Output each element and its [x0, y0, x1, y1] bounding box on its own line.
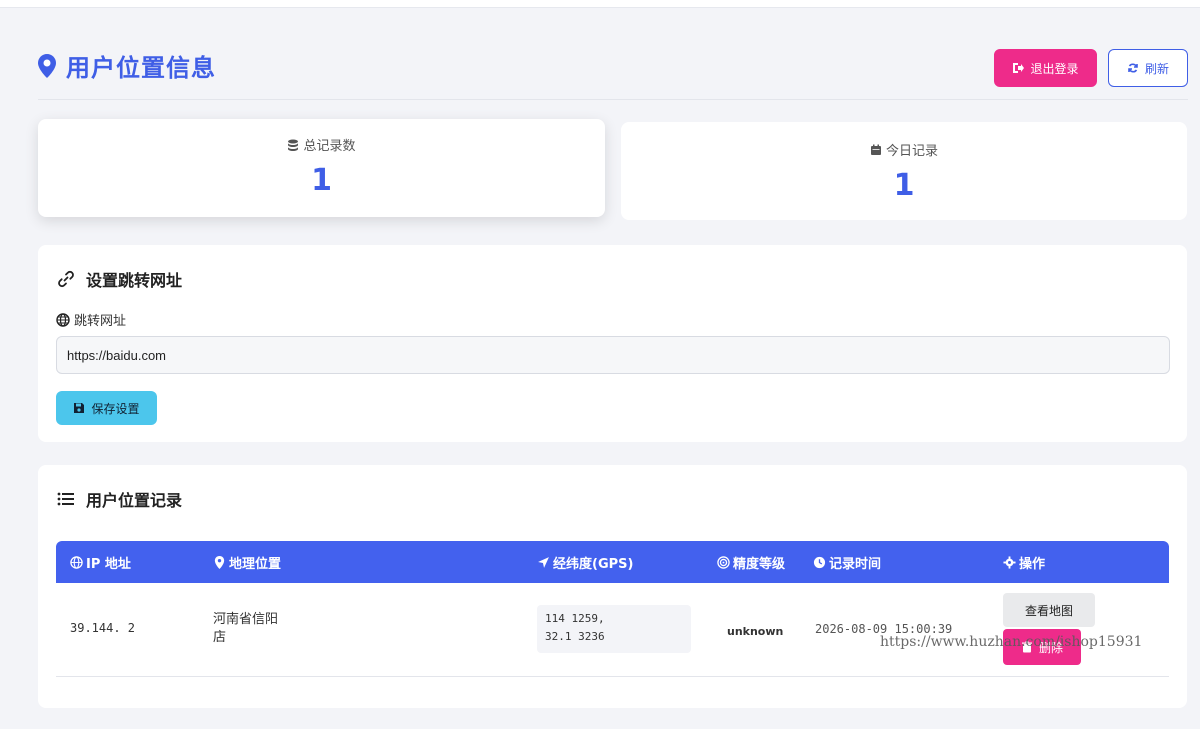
total-records-label: 总记录数	[38, 135, 605, 154]
save-icon	[74, 403, 85, 413]
save-settings-button[interactable]: 保存设置	[56, 391, 157, 425]
ip-address-cell: 39.144. 2	[70, 621, 136, 635]
location-arrow-icon	[538, 556, 549, 568]
map-pin-icon	[38, 53, 56, 78]
column-ip: IP 地址	[70, 541, 131, 583]
total-records-card: 总记录数 1	[38, 119, 605, 217]
column-actions-label: 操作	[1019, 556, 1046, 572]
accuracy-cell: unknown	[727, 625, 784, 638]
watermark-text: https://www.huzhan.com/ishop15931	[880, 634, 1143, 650]
column-accuracy-label: 精度等级	[733, 556, 786, 572]
gear-icon	[1003, 555, 1016, 569]
redirect-url-label: 跳转网址	[56, 310, 126, 329]
calendar-icon	[870, 144, 881, 155]
sign-out-icon	[1013, 63, 1025, 73]
today-records-value: 1	[893, 168, 915, 203]
link-icon	[58, 270, 74, 288]
refresh-button[interactable]: 刷新	[1108, 49, 1188, 87]
column-accuracy: 精度等级	[717, 541, 785, 583]
logout-label: 退出登录	[1030, 61, 1079, 76]
column-location: 地理位置	[213, 541, 281, 583]
view-map-label: 查看地图	[1024, 603, 1073, 618]
database-icon	[288, 139, 299, 151]
location-line-1: 河南省信阳	[213, 612, 279, 627]
redirect-url-input[interactable]	[56, 336, 1170, 374]
records-table: IP 地址 地理位置 经纬度(GPS) 精度等级 记录时间 操作 39.144.…	[56, 541, 1169, 677]
globe-icon	[56, 312, 70, 327]
today-records-card: 今日记录 1	[621, 122, 1187, 220]
view-map-button[interactable]: 查看地图	[1003, 593, 1095, 627]
redirect-settings-card: 设置跳转网址 跳转网址 保存设置	[38, 245, 1187, 442]
location-cell: 河南省信阳 店	[213, 611, 513, 647]
total-records-value: 1	[311, 163, 332, 198]
title-group: 用户位置信息	[38, 48, 216, 83]
gps-line-1: 114 1259,	[545, 612, 605, 625]
column-gps-label: 经纬度(GPS)	[553, 556, 634, 572]
column-time-label: 记录时间	[829, 556, 882, 572]
clock-icon	[813, 556, 826, 568]
gps-cell: 114 1259, 32.1 3236	[537, 605, 691, 653]
globe-icon	[70, 555, 83, 569]
top-bar	[0, 0, 1200, 8]
table-header: IP 地址 地理位置 经纬度(GPS) 精度等级 记录时间 操作	[56, 541, 1169, 583]
settings-title: 设置跳转网址	[56, 267, 182, 291]
location-records-card: 用户位置记录 IP 地址 地理位置 经纬度(GPS) 精度等级 记录时间 操作 …	[38, 465, 1187, 708]
records-title-text: 用户位置记录	[86, 491, 183, 510]
column-actions: 操作	[1003, 541, 1045, 583]
today-label-text: 今日记录	[885, 144, 938, 159]
target-icon	[717, 555, 730, 569]
list-icon	[57, 492, 74, 506]
logout-button[interactable]: 退出登录	[994, 49, 1097, 87]
gps-line-2: 32.1 3236	[545, 630, 605, 643]
page-header: 用户位置信息 退出登录 刷新	[38, 40, 1188, 100]
save-settings-label: 保存设置	[91, 401, 140, 416]
page-title: 用户位置信息	[66, 54, 216, 82]
redirect-url-label-text: 跳转网址	[74, 314, 127, 329]
column-time: 记录时间	[813, 541, 881, 583]
refresh-icon	[1128, 63, 1138, 73]
map-pin-icon	[214, 555, 225, 569]
column-location-label: 地理位置	[229, 556, 282, 572]
location-line-2: 店	[213, 630, 227, 645]
today-records-label: 今日记录	[621, 140, 1187, 159]
records-title: 用户位置记录	[56, 487, 182, 511]
column-gps: 经纬度(GPS)	[537, 541, 633, 583]
total-label-text: 总记录数	[303, 139, 356, 154]
table-row: 39.144. 2 河南省信阳 店 114 1259, 32.1 3236 un…	[56, 583, 1169, 677]
column-ip-label: IP 地址	[86, 556, 131, 572]
settings-title-text: 设置跳转网址	[86, 271, 183, 290]
refresh-label: 刷新	[1144, 61, 1169, 76]
